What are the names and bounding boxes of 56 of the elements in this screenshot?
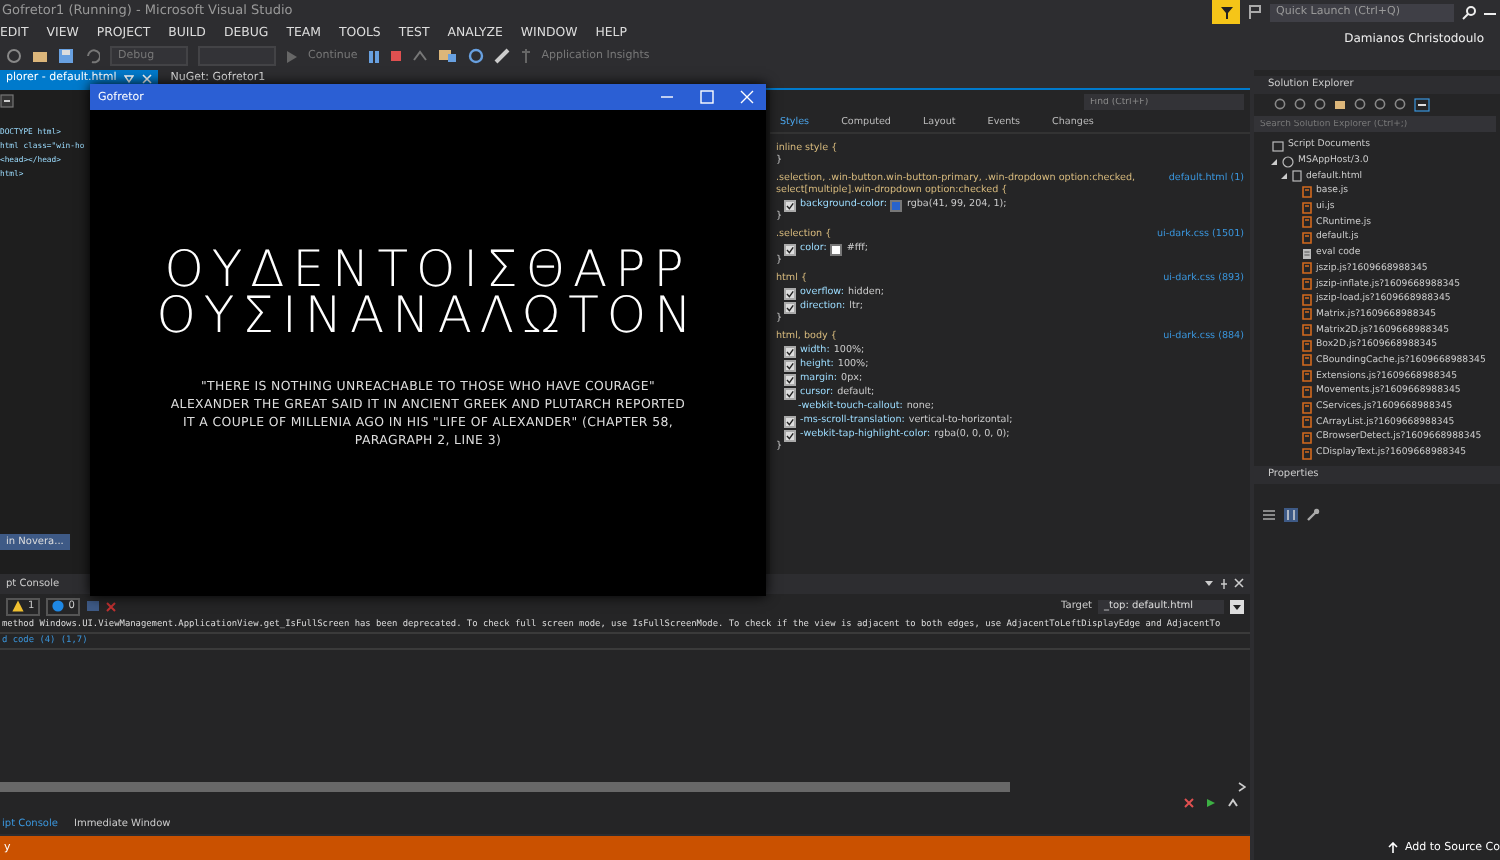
categorized-icon[interactable] [1262,508,1276,523]
check-icon [786,245,794,253]
folder-icon[interactable] [32,48,48,64]
checkbox[interactable] [784,345,796,357]
scroll-right-icon[interactable] [1238,781,1246,791]
folder-icon[interactable] [1334,98,1346,110]
checkbox[interactable] [784,287,796,299]
script-file-icon [1302,262,1312,275]
scrollbar-thumb[interactable] [0,781,1010,791]
pause-icon[interactable] [367,49,380,63]
pin-icon[interactable] [1220,578,1228,590]
checkbox[interactable] [784,359,796,371]
run-icon[interactable] [1206,797,1216,807]
collapse-icon[interactable] [0,94,14,108]
insights-icon[interactable] [519,48,532,64]
dropdown-icon[interactable] [1230,599,1244,613]
filter-button[interactable] [1212,0,1240,24]
expanded-arrow-icon[interactable] [1270,157,1278,166]
globe-icon [1282,155,1294,168]
alphabetical-icon[interactable] [1284,508,1298,523]
inscription-line: ΟΥΔΕΝΤΟΙΣΘΑΡΡ [164,246,692,292]
check-icon [786,201,794,209]
maximize-icon[interactable] [699,90,713,104]
info-icon [52,600,65,612]
warning-icon [12,600,24,612]
checkbox[interactable] [784,199,796,211]
tools-icon[interactable] [437,48,458,64]
script-file-icon [1302,185,1312,198]
step-icon[interactable] [411,48,428,64]
expanded-arrow-icon[interactable] [1280,172,1288,181]
dropdown-icon[interactable] [1204,578,1214,588]
upload-arrow-icon [1388,842,1399,854]
documents-icon [1272,139,1284,152]
pen-icon[interactable] [493,48,510,64]
checkbox[interactable] [784,373,796,385]
undo-icon[interactable] [84,48,100,64]
checkbox[interactable] [784,387,796,399]
expand-icon[interactable] [1228,797,1238,807]
checkbox[interactable] [784,415,796,427]
checkbox[interactable] [784,301,796,313]
save-icon[interactable] [58,48,74,64]
flag-icon[interactable] [1248,4,1262,20]
inscription-line: ΟΥΣΙΝΑΝΑΛΩΤΟΝ [156,292,700,338]
funnel-icon [1219,5,1233,19]
play-icon[interactable] [286,49,298,63]
collapse-icon[interactable] [1414,97,1430,111]
refresh-icon[interactable] [467,48,484,64]
html-file-icon [1292,170,1302,183]
cross-icon[interactable] [106,601,117,611]
checkbox[interactable] [784,429,796,441]
script-file-icon [1302,447,1312,460]
checkbox[interactable] [784,243,796,255]
stop-icon[interactable] [389,50,402,62]
document-icon [1302,247,1312,260]
search-icon[interactable] [1462,5,1476,19]
close-icon[interactable] [1234,578,1244,588]
